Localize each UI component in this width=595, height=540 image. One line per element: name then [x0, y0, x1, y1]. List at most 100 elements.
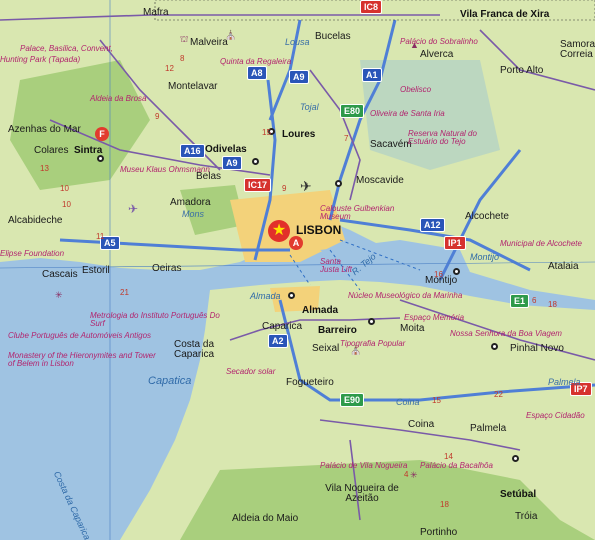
label-mafra: Mafra — [143, 7, 169, 18]
town-dot-sintra[interactable] — [97, 155, 104, 162]
road-number: 4 — [404, 470, 409, 479]
road-number: 10 — [60, 184, 69, 193]
poi-metrologia[interactable]: Metrologia do Instituto Português Do Sur… — [90, 312, 220, 328]
road-shield-a16: A16 — [180, 144, 205, 158]
label-barreiro: Barreiro — [318, 325, 357, 336]
label-malveira: Malveira — [190, 37, 228, 48]
road-number: 14 — [444, 452, 453, 461]
water-almada: Almada — [250, 291, 281, 301]
road-number: 9 — [282, 184, 287, 193]
label-sacavem: Sacavém — [370, 139, 412, 150]
road-shield-e80: E80 — [340, 104, 365, 118]
region-palmela: Palmela — [548, 377, 581, 387]
poi-tipografia[interactable]: Tipografia Popular — [340, 340, 405, 348]
road-shield-e90: E90 — [340, 393, 365, 407]
road-number: 7 — [344, 134, 349, 143]
label-bucelas: Bucelas — [315, 31, 351, 42]
road-number: 10 — [62, 200, 71, 209]
poi-automoveis[interactable]: Clube Português de Automóveis Antigos — [8, 332, 158, 340]
town-dot-almada[interactable] — [288, 292, 295, 299]
road-shield-a9b: A9 — [222, 156, 242, 170]
label-coina: Coina — [408, 419, 435, 430]
label-montelavar: Montelavar — [168, 81, 218, 92]
road-number: 18 — [440, 500, 449, 509]
road-shield-ip1: IP1 — [444, 236, 466, 250]
poi-bacalhoa[interactable]: Palácio da Bacalhôa — [420, 462, 493, 470]
label-loures: Loures — [282, 129, 316, 140]
marker-f[interactable]: F — [95, 127, 109, 141]
label-seixal: Seixal — [312, 343, 340, 354]
airport-icon[interactable]: ✈ — [300, 178, 312, 195]
label-vila-franca: Vila Franca de Xira — [460, 9, 550, 20]
marker-a[interactable]: A — [289, 236, 303, 250]
label-moscavide: Moscavide — [356, 175, 404, 186]
road-shield-e1: E1 — [510, 294, 530, 308]
town-dot-odivelas[interactable] — [252, 158, 259, 165]
road-shield-a1: A1 — [362, 68, 382, 82]
label-palmela: Palmela — [470, 423, 507, 434]
label-porto-alto: Porto Alto — [500, 65, 544, 76]
town-dot-montijo[interactable] — [453, 268, 460, 275]
capital-star-icon[interactable]: ★ — [268, 220, 290, 242]
windmill-icon[interactable]: ✳ — [410, 470, 418, 481]
label-pinhal-novo: Pinhal Novo — [510, 343, 564, 354]
label-almada: Almada — [302, 305, 339, 316]
label-alcochete: Alcochete — [465, 211, 509, 222]
road-number: 9 — [155, 112, 160, 121]
poi-palace[interactable]: Palace, Basilica, Convent, — [20, 45, 113, 53]
road-shield-ic8: IC8 — [360, 0, 383, 14]
poi-reserva[interactable]: Reserva Natural do Estuário do Tejo — [408, 130, 488, 146]
label-costa-caparica: Costa da Caparica — [174, 339, 215, 360]
road-number: 11 — [96, 232, 105, 241]
poi-quinta[interactable]: Quinta da Regaleira — [220, 58, 291, 66]
road-number: 18 — [548, 300, 557, 309]
water-capatica: Capatica — [148, 375, 192, 387]
label-azenhas: Azenhas do Mar — [8, 124, 81, 135]
poi-monastery[interactable]: Monastery of the Hieronymites and Tower … — [8, 352, 158, 368]
road-number: 13 — [40, 164, 49, 173]
poi-museologico[interactable]: Núcleo Museológico da Marinha — [348, 292, 462, 300]
label-alcabideche: Alcabideche — [8, 215, 63, 226]
town-dot-moscavide[interactable] — [335, 180, 342, 187]
poi-sobralinho[interactable]: Palácio do Sobralinho — [400, 38, 478, 46]
label-sintra: Sintra — [74, 145, 103, 156]
poi-gulbenkian[interactable]: Calouste Gulbenkian Museum — [320, 205, 400, 221]
poi-senhora[interactable]: Nossa Senhora da Boa Viagem — [450, 330, 562, 338]
town-dot-setubal[interactable] — [512, 455, 519, 462]
road-number: 12 — [165, 64, 174, 73]
road-shield-a12: A12 — [420, 218, 445, 232]
poi-municipal-alcochete[interactable]: Municipal de Alcochete — [500, 240, 582, 248]
poi-cidadao[interactable]: Espaço Cidadão — [526, 412, 585, 420]
label-amadora: Amadora — [170, 197, 211, 208]
poi-aldeia[interactable]: Aldeia da Brosa — [90, 95, 146, 103]
poi-hunting[interactable]: Hunting Park (Tapada) — [0, 56, 80, 64]
road-shield-ic17: IC17 — [244, 178, 272, 192]
poi-elipse[interactable]: Elipse Foundation — [0, 250, 64, 258]
map-view[interactable]: IC8 A8 A9 A1 E80 A16 A9 IC17 A5 A12 IP1 … — [0, 0, 595, 540]
town-dot-barreiro[interactable] — [368, 318, 375, 325]
castle-icon[interactable]: ⛫ — [180, 34, 188, 46]
poi-klaus[interactable]: Museu Klaus Ohmsmann — [120, 166, 210, 174]
label-lisbon[interactable]: LISBON — [296, 224, 341, 236]
label-vila-nogueira: Vila Nogueira de Azeitão — [325, 483, 399, 504]
label-samora: Samora Correia — [560, 39, 595, 60]
poi-oliveira[interactable]: Oliveira de Santa Iria — [370, 110, 445, 118]
plane-icon: ✈ — [128, 202, 139, 216]
poi-secador[interactable]: Secador solar — [226, 368, 275, 376]
poi-obelisco[interactable]: Obelisco — [400, 86, 431, 94]
label-caparica: Caparica — [262, 321, 303, 332]
label-moita: Moita — [400, 323, 425, 334]
poi-vila-nogueira[interactable]: Palácio de Vila Nogueira — [320, 462, 407, 470]
road-number: 15 — [432, 396, 441, 405]
road-number: 15 — [262, 128, 271, 137]
road-number: 22 — [494, 390, 503, 399]
water-montijo: Montijo — [470, 252, 500, 262]
label-colares: Colares — [34, 145, 69, 156]
windmill-icon[interactable]: ✳ — [55, 290, 63, 301]
poi-espaco[interactable]: Espaço Memória — [404, 314, 464, 322]
town-dot-pinhal-novo[interactable] — [491, 343, 498, 350]
region-lousa: Lousa — [285, 37, 310, 47]
road-shield-a9: A9 — [289, 70, 309, 84]
road-number: 21 — [120, 288, 129, 297]
label-cascais: Cascais — [42, 269, 78, 280]
